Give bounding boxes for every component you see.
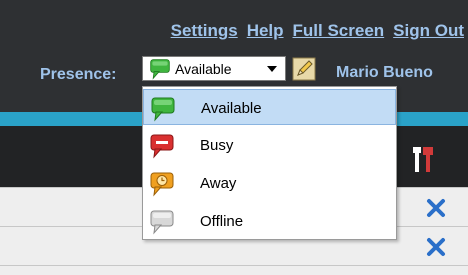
settings-link[interactable]: Settings: [171, 21, 238, 41]
presence-option-offline[interactable]: Offline: [143, 203, 396, 239]
top-links: Settings Help Full Screen Sign Out: [171, 21, 464, 41]
orange-clock-bubble-icon: [150, 172, 174, 197]
sign-out-link[interactable]: Sign Out: [393, 21, 464, 41]
presence-option-label: Offline: [200, 213, 244, 230]
help-link[interactable]: Help: [247, 21, 284, 41]
green-speech-bubble-icon: [151, 97, 175, 122]
full-screen-link[interactable]: Full Screen: [293, 21, 385, 41]
presence-option-available[interactable]: Available: [143, 89, 396, 125]
presence-option-label: Available: [201, 100, 262, 117]
list-item: [0, 265, 468, 275]
presence-option-label: Busy: [200, 137, 234, 154]
close-x-icon[interactable]: [426, 198, 446, 218]
pencil-icon[interactable]: [292, 57, 316, 81]
presence-option-label: Away: [200, 175, 237, 192]
gray-speech-bubble-icon: [150, 210, 174, 235]
chevron-down-icon: [267, 66, 277, 72]
presence-select-value: Available: [175, 60, 232, 77]
green-speech-bubble-icon: [150, 58, 170, 80]
presence-option-busy[interactable]: Busy: [143, 127, 396, 163]
close-x-icon[interactable]: [426, 237, 446, 257]
user-name: Mario Bueno: [336, 64, 433, 81]
presence-label: Presence:: [40, 66, 117, 83]
tools-icon[interactable]: [412, 144, 440, 174]
red-speech-bubble-icon: [150, 134, 174, 159]
presence-option-away[interactable]: Away: [143, 165, 396, 201]
presence-select[interactable]: Available: [142, 56, 286, 81]
presence-dropdown-menu: Available Busy Away Offline: [142, 86, 397, 240]
